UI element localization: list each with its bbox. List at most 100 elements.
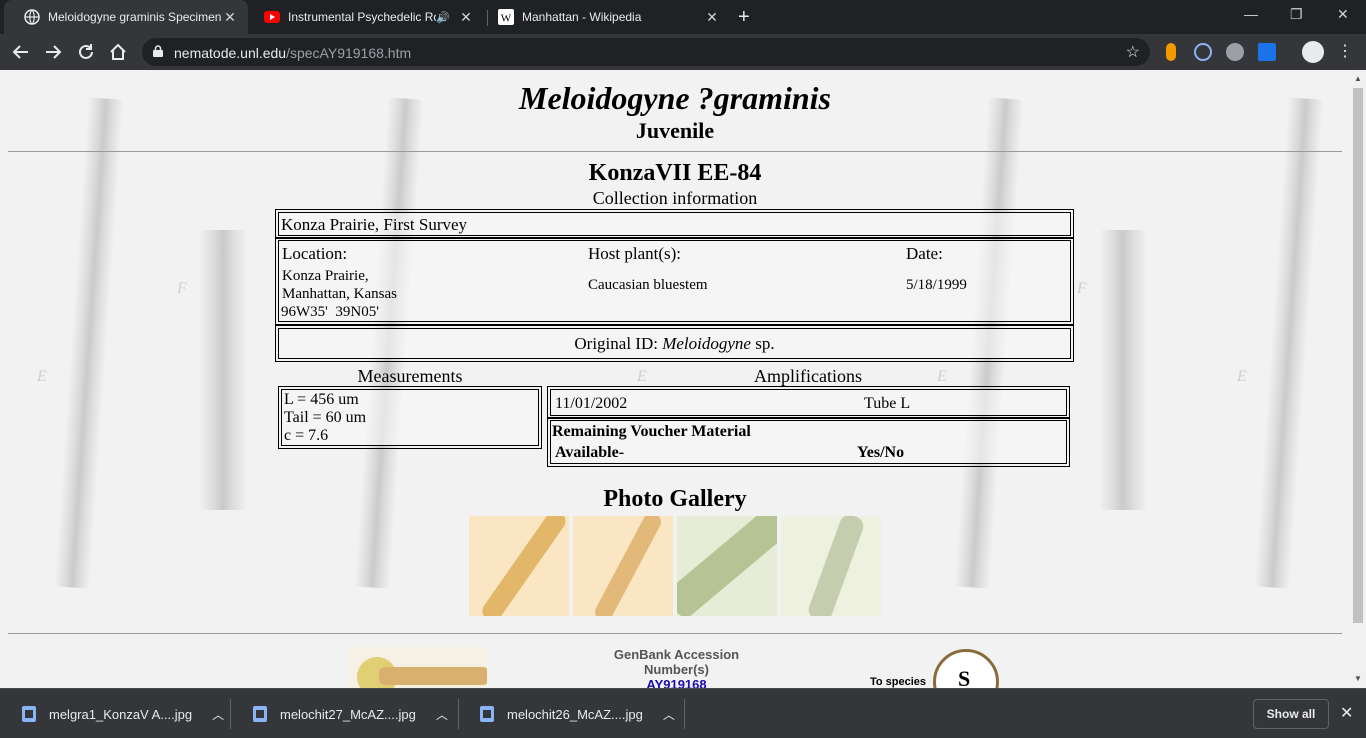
measurements-heading: Measurements (357, 366, 463, 386)
amplification-tube: Tube L (864, 395, 911, 412)
gallery-thumbnail[interactable] (469, 516, 569, 616)
address-bar[interactable]: nematode.unl.edu/specAY919168.htm ☆ (142, 38, 1150, 66)
page-scrollbar[interactable]: ▲ ▼ (1350, 70, 1366, 688)
speaker-icon[interactable]: 🔊 (436, 11, 450, 24)
to-species-link[interactable]: To species (870, 676, 926, 688)
divider (8, 633, 1342, 634)
divider (8, 151, 1342, 152)
svg-text:W: W (501, 13, 512, 25)
scroll-down-arrow-icon[interactable]: ▼ (1354, 674, 1362, 683)
voucher-label: Remaining Voucher Material (552, 423, 751, 440)
amplifications-heading: Amplifications (754, 366, 862, 386)
available-value: Yes/No (857, 444, 905, 461)
amplification-row: 11/01/2002 Tube L (547, 386, 1070, 419)
image-file-icon (253, 706, 267, 722)
background-letter: F (1077, 280, 1087, 297)
new-tab-button[interactable]: + (738, 7, 750, 27)
measurement-length: L = 456 um (284, 391, 359, 408)
close-shelf-icon[interactable]: ✕ (1340, 703, 1353, 723)
avatar[interactable] (1302, 41, 1324, 63)
reload-icon[interactable] (75, 41, 97, 63)
download-shelf: melgra1_KonzaV A....jpg ︿ melochit27_McA… (0, 688, 1366, 738)
chevron-up-icon[interactable]: ︿ (663, 706, 675, 723)
measurement-tail: Tail = 60 um (284, 409, 367, 426)
collection-heading: Collection information (592, 188, 758, 208)
specimen-title: KonzaVII EE-84 (588, 160, 762, 186)
tab-active[interactable]: Meloidogyne graminis Specimen ✕ (4, 0, 248, 34)
gallery-thumbnail[interactable] (573, 516, 673, 616)
host-plant: Caucasian bluestem (588, 277, 708, 293)
close-tab-icon[interactable]: ✕ (458, 9, 474, 26)
minimize-button[interactable]: — (1244, 6, 1258, 22)
background-nematode-image (200, 230, 246, 510)
chevron-up-icon[interactable]: ︿ (212, 706, 224, 723)
stage-subtitle: Juvenile (635, 118, 715, 143)
image-file-icon (480, 706, 494, 722)
extension-icon[interactable] (1166, 43, 1176, 61)
youtube-icon (264, 9, 280, 25)
original-id-box: Original ID: Meloidogyne sp. (275, 325, 1074, 362)
nematode-head-image (349, 647, 487, 688)
species-link-icon[interactable]: S (933, 649, 999, 688)
background-letter: E (37, 368, 47, 385)
tab-strip: Meloidogyne graminis Specimen ✕ Instrume… (0, 0, 1366, 34)
blocker-extension-icon[interactable] (1194, 43, 1212, 61)
show-all-button[interactable]: Show all (1253, 699, 1329, 729)
background-letter: F (177, 280, 187, 297)
tab-title: Meloidogyne graminis Specimen (48, 10, 222, 24)
genbank-accession-link[interactable]: AY919168 (600, 677, 753, 688)
restore-button[interactable]: ❐ (1290, 6, 1303, 23)
download-filename: melochit26_McAZ....jpg (507, 706, 643, 722)
location-line: Konza Prairie, (282, 268, 369, 284)
gallery-thumbnail[interactable] (677, 516, 777, 616)
browser-toolbar: nematode.unl.edu/specAY919168.htm ☆ ⋮ (0, 34, 1366, 70)
gallery-thumbnail[interactable] (781, 516, 881, 616)
location-line: 96W35' 39N05' (281, 304, 379, 320)
genbank-block: GenBank Accession Number(s) AY919168 (600, 647, 753, 688)
background-letter: E (1237, 368, 1247, 385)
wikipedia-icon: W (498, 9, 514, 25)
download-separator (684, 699, 685, 729)
chevron-up-icon[interactable]: ︿ (436, 706, 448, 723)
location-line: Manhattan, Kansas (282, 286, 397, 302)
download-item[interactable]: melochit27_McAZ....jpg ︿ (231, 689, 457, 738)
download-extension-icon[interactable] (1258, 43, 1276, 61)
url-path: /specAY919168.htm (286, 45, 412, 61)
lock-icon[interactable] (153, 45, 163, 57)
tab-youtube[interactable]: Instrumental Psychedelic Ro 🔊 ✕ (244, 0, 484, 34)
genbank-label: GenBank Accession Number(s) (613, 647, 740, 677)
tab-title: Instrumental Psychedelic Ro (288, 10, 437, 24)
species-title: Meloidogyne ?graminis (518, 80, 831, 116)
page-viewport: F E F E E E Meloidogyne ?graminis Juveni… (0, 70, 1350, 688)
menu-icon[interactable]: ⋮ (1334, 41, 1356, 63)
home-icon[interactable] (107, 41, 129, 63)
download-filename: melgra1_KonzaV A....jpg (49, 706, 193, 722)
url-text: nematode.unl.edu/specAY919168.htm (174, 45, 411, 61)
original-id-suffix: sp. (750, 334, 775, 353)
available-label: Available- (555, 444, 625, 461)
scroll-up-arrow-icon[interactable]: ▲ (1354, 74, 1362, 83)
amplification-date: 11/01/2002 (555, 395, 628, 412)
download-filename: melochit27_McAZ....jpg (280, 706, 416, 722)
close-tab-icon[interactable]: ✕ (704, 9, 720, 26)
close-window-button[interactable]: ✕ (1337, 6, 1349, 23)
voucher-box: Remaining Voucher Material Available- Ye… (547, 417, 1070, 467)
collection-details-box: Location: Konza Prairie, Manhattan, Kans… (275, 237, 1074, 325)
measurements-box: L = 456 um Tail = 60 um c = 7.6 (278, 386, 542, 449)
gear-icon[interactable] (1226, 43, 1244, 61)
close-tab-icon[interactable]: ✕ (222, 9, 238, 26)
back-arrow-icon[interactable] (10, 41, 32, 63)
forward-arrow-icon[interactable] (42, 41, 64, 63)
tab-wikipedia[interactable]: W Manhattan - Wikipedia ✕ (478, 0, 730, 34)
scrollbar-thumb[interactable] (1353, 88, 1363, 623)
survey-name: Konza Prairie, First Survey (281, 215, 468, 234)
download-item[interactable]: melgra1_KonzaV A....jpg ︿ (0, 689, 230, 738)
download-item[interactable]: melochit26_McAZ....jpg ︿ (458, 689, 684, 738)
original-id-prefix: Original ID: (574, 334, 663, 353)
date-label: Date: (906, 244, 943, 263)
image-file-icon (22, 706, 36, 722)
tab-title: Manhattan - Wikipedia (522, 10, 642, 24)
bookmark-star-icon[interactable]: ☆ (1126, 42, 1140, 62)
original-id-genus: Meloidogyne (662, 334, 751, 353)
collection-date: 5/18/1999 (906, 277, 967, 293)
